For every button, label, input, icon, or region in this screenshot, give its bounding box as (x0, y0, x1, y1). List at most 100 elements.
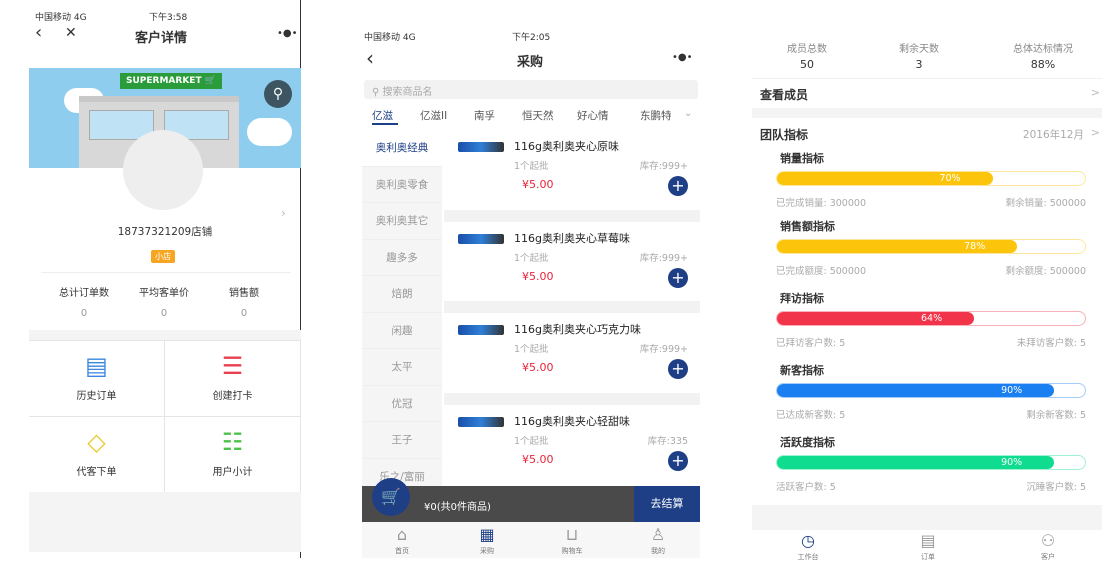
metric-right-info: 剩余新客数: 5 (1026, 410, 1086, 421)
category-item[interactable]: 闲趣 (362, 313, 442, 349)
tab-label: 首页 (395, 547, 409, 555)
back-icon[interactable]: ‹ (366, 46, 374, 70)
metric-left-info: 已完成销量: 300000 (776, 198, 866, 209)
stat-label: 剩余天数 (899, 44, 939, 55)
category-item[interactable]: 焙朗 (362, 276, 442, 313)
product-row[interactable]: 116g奥利奥夹心原味 1个起批 库存:999+ ¥5.00 + (444, 130, 700, 210)
category-item[interactable]: 趣多多 (362, 240, 442, 276)
tab-cart[interactable]: ⊔ 购物车 (542, 524, 602, 556)
purchase-screen: 中国移动 4G 下午2:05 ‹ 采购 •●• ⚲ 搜索商品名 ⌄ 奥利奥经典奥… (362, 0, 700, 558)
search-input[interactable]: ⚲ 搜索商品名 (364, 80, 698, 99)
active-tab-underline (372, 123, 398, 125)
status-time: 下午2:05 (512, 33, 551, 43)
cart-icon[interactable]: 🛒 (372, 478, 410, 516)
view-members-label: 查看成员 (760, 88, 809, 102)
brand-tab[interactable]: 亿滋II (420, 108, 447, 123)
product-row[interactable]: 116g奥利奥夹心草莓味 1个起批 库存:999+ ¥5.00 + (444, 222, 700, 302)
add-to-cart-button[interactable]: + (668, 451, 688, 471)
status-carrier: 中国移动 4G (35, 13, 87, 23)
action-receipt[interactable]: ☰ 创建打卡 (165, 341, 301, 417)
stat-value: 88% (1030, 58, 1056, 71)
team-screen: 成员总数 剩余天数 总体达标情况 50 3 88% 查看成员 > 团队指标 20… (752, 0, 1102, 561)
stat-value: 0 (240, 308, 248, 319)
progress-fill: 90% (777, 384, 1055, 397)
progress-bar: 64% (776, 311, 1086, 326)
brand-tab[interactable]: 南孚 (474, 108, 495, 123)
category-item[interactable]: 奥利奥其它 (362, 203, 442, 240)
users-icon: ⚇ (1040, 531, 1056, 550)
stat-label: 总体达标情况 (1013, 44, 1073, 55)
checkout-button[interactable]: 去结算 (634, 486, 700, 522)
brand-tab[interactable]: 恒天然 (522, 108, 554, 123)
view-members-row[interactable]: 查看成员 > (760, 84, 1100, 106)
add-to-cart-button[interactable]: + (668, 268, 688, 288)
chevron-right-icon[interactable]: › (281, 206, 286, 220)
product-row[interactable]: 116g奥利奥夹心巧克力味 1个起批 库存:999+ ¥5.00 + (444, 313, 700, 393)
action-label: 用户小计 (212, 467, 253, 478)
category-item[interactable]: 王子 (362, 422, 442, 459)
product-price: ¥5.00 (522, 270, 554, 283)
tab-purchase[interactable]: ▦ 采购 (457, 524, 517, 556)
tab-mine[interactable]: ♙ 我的 (628, 524, 688, 556)
team-metrics-row[interactable]: 团队指标 2016年12月 > (760, 124, 1100, 144)
category-sidebar: 奥利奥经典 奥利奥零食 奥利奥其它 趣多多 焙朗 闲趣 太平 优冠 王子 乐之/富丽 (362, 130, 442, 495)
progress-bar: 90% (776, 383, 1086, 398)
tab-home[interactable]: ⌂ 首页 (372, 524, 432, 556)
divider (444, 301, 700, 313)
metric-title: 新客指标 (780, 364, 824, 377)
product-min-order: 1个起批 (514, 253, 549, 264)
metric-left-info: 已达成新客数: 5 (776, 410, 846, 421)
progress-bar: 70% (776, 171, 1086, 186)
product-price: ¥5.00 (522, 361, 554, 374)
progress-fill: 70% (777, 172, 993, 185)
product-stock: 库存:999+ (639, 253, 688, 264)
category-item[interactable]: 太平 (362, 349, 442, 386)
action-report-search[interactable]: ☷ 用户小计 (165, 417, 301, 493)
tab-orders[interactable]: ▤ 订单 (898, 530, 958, 562)
tab-label: 采购 (480, 547, 494, 555)
product-name: 116g奥利奥夹心轻甜味 (514, 415, 630, 428)
add-to-cart-button[interactable]: + (668, 176, 688, 196)
progress-fill: 78% (777, 240, 1018, 253)
close-icon[interactable]: ✕ (65, 25, 77, 41)
category-item[interactable]: 奥利奥零食 (362, 167, 442, 203)
category-item[interactable]: 优冠 (362, 386, 442, 422)
cart-icon: ⊔ (565, 525, 579, 544)
more-button[interactable]: •●• (672, 52, 693, 63)
action-tag[interactable]: ◇ 代客下单 (29, 417, 165, 493)
tab-label: 订单 (921, 553, 935, 561)
action-document[interactable]: ▤ 历史订单 (29, 341, 165, 417)
product-image (458, 234, 504, 244)
user-icon: ♙ (650, 525, 666, 544)
brand-tab[interactable]: 亿滋 (372, 108, 393, 123)
report-search-icon: ☷ (221, 428, 244, 456)
product-stock: 库存:999+ (639, 161, 688, 172)
list-icon: ▤ (920, 531, 936, 550)
stat-label: 平均客单价 (139, 288, 189, 299)
category-item[interactable]: 奥利奥经典 (362, 130, 442, 167)
back-icon[interactable]: ‹ (35, 22, 42, 43)
tab-customers[interactable]: ⚇ 客户 (1018, 530, 1078, 562)
divider (444, 210, 700, 222)
chevron-down-icon[interactable]: ⌄ (684, 108, 692, 119)
brand-tab[interactable]: 东鹏特 (640, 108, 672, 123)
tab-workbench[interactable]: ◷ 工作台 (778, 530, 838, 562)
brand-tab[interactable]: 好心情 (577, 108, 609, 123)
metric-left-info: 活跃客户数: 5 (776, 482, 836, 493)
product-min-order: 1个起批 (514, 161, 549, 172)
metric-right-info: 剩余销量: 500000 (1005, 198, 1087, 209)
tab-label: 购物车 (561, 547, 583, 555)
product-stock: 库存:999+ (639, 344, 688, 355)
metric-right-info: 未拜访客户数: 5 (1016, 338, 1086, 349)
tab-label: 工作台 (797, 553, 819, 561)
store-name: 18737321209店铺 (117, 226, 213, 238)
location-pin-icon[interactable]: ⚲ (264, 80, 292, 108)
product-row[interactable]: 116g奥利奥夹心轻甜味 1个起批 库存:335 ¥5.00 + (444, 405, 700, 486)
chevron-right-icon: > (1090, 86, 1100, 99)
more-button[interactable]: •●• (277, 28, 298, 39)
team-metrics-label: 团队指标 (760, 128, 809, 142)
add-to-cart-button[interactable]: + (668, 359, 688, 379)
product-name: 116g奥利奥夹心原味 (514, 140, 619, 153)
month-selector: 2016年12月 (1022, 129, 1084, 141)
stat-label: 总计订单数 (59, 288, 109, 299)
